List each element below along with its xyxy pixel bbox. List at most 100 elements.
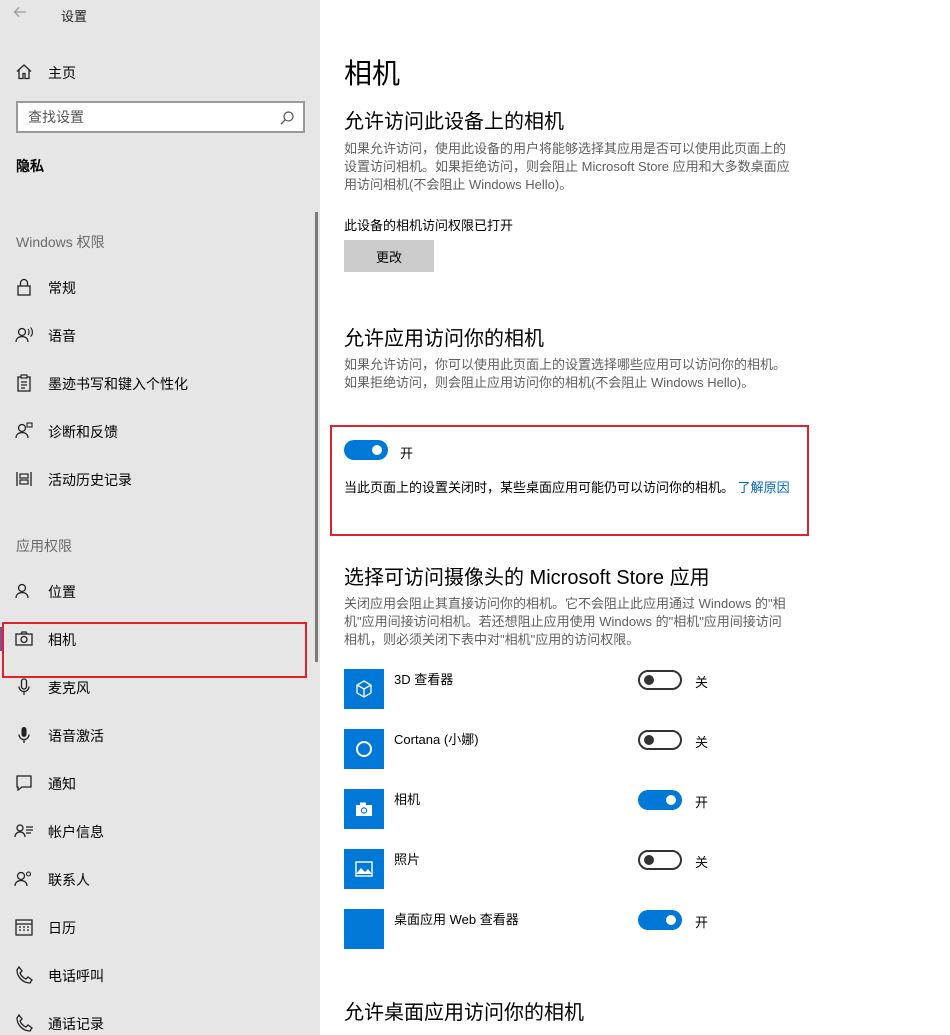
voice-activation-icon — [14, 725, 34, 745]
group-label-app-permissions: 应用权限 — [16, 538, 72, 554]
app-name: 桌面应用 Web 查看器 — [394, 912, 519, 927]
app-toggle-camera[interactable] — [638, 790, 682, 810]
sidebar-item-inking-typing[interactable]: 墨迹书写和键入个性化 — [0, 363, 320, 403]
sidebar-item-voice-activation[interactable]: 语音激活 — [0, 715, 320, 755]
sidebar-item-label: 通话记录 — [48, 1016, 104, 1032]
lock-icon — [14, 277, 34, 297]
toggle-knob — [372, 445, 382, 455]
sidebar-item-contacts[interactable]: 联系人 — [0, 859, 320, 899]
contacts-icon — [14, 869, 34, 889]
device-access-status: 此设备的相机访问权限已打开 — [344, 218, 514, 233]
search-input[interactable] — [28, 108, 268, 126]
app-name: 3D 查看器 — [394, 672, 454, 687]
sidebar-item-label: 墨迹书写和键入个性化 — [48, 376, 188, 392]
app-row-desktop-web-viewer: 桌面应用 Web 查看器 开 — [344, 909, 764, 949]
clipboard-icon — [14, 373, 34, 393]
app-toggle-cortana[interactable] — [638, 730, 682, 750]
toggle-knob — [644, 675, 654, 685]
app-toggle-state: 开 — [695, 795, 709, 810]
sidebar-item-general[interactable]: 常规 — [0, 267, 320, 307]
sidebar-item-label: 语音 — [48, 328, 76, 344]
app-access-description: 如果允许访问，你可以使用此页面上的设置选择哪些应用可以访问你的相机。如果拒绝访问… — [344, 357, 787, 390]
blank-tile-icon — [344, 909, 384, 949]
store-apps-heading: 选择可访问摄像头的 Microsoft Store 应用 — [344, 567, 710, 589]
app-row-3d-viewer: 3D 查看器 关 — [344, 669, 764, 709]
app-toggle-state: 关 — [695, 735, 709, 750]
note-text: 当此页面上的设置关闭时，某些桌面应用可能仍可以访问你的相机。 — [344, 480, 735, 495]
window-title: 设置 — [61, 9, 88, 24]
app-access-note: 当此页面上的设置关闭时，某些桌面应用可能仍可以访问你的相机。 了解原因 — [344, 479, 794, 497]
app-access-heading: 允许应用访问你的相机 — [344, 328, 544, 350]
sidebar-item-label: 日历 — [48, 920, 76, 936]
sidebar-item-label: 活动历史记录 — [48, 472, 132, 488]
app-access-toggle-state: 开 — [400, 446, 414, 461]
sidebar-scrollbar[interactable] — [315, 212, 318, 662]
calendar-icon — [14, 917, 34, 937]
app-row-camera: 相机 开 — [344, 789, 764, 829]
call-history-icon — [14, 1013, 34, 1033]
sidebar-item-label: 诊断和反馈 — [48, 424, 118, 440]
section-title: 隐私 — [16, 158, 44, 174]
sidebar-item-activity-history[interactable]: 活动历史记录 — [0, 459, 320, 499]
speech-icon — [14, 325, 34, 345]
app-name: 相机 — [394, 792, 421, 807]
phone-icon — [14, 965, 34, 985]
sidebar-item-phone-calls[interactable]: 电话呼叫 — [0, 955, 320, 995]
app-toggle-desktop-web-viewer[interactable] — [638, 910, 682, 930]
sidebar-item-label: 联系人 — [48, 872, 90, 888]
group-label-windows-permissions: Windows 权限 — [16, 234, 105, 250]
sidebar-item-speech[interactable]: 语音 — [0, 315, 320, 355]
search-icon[interactable] — [279, 110, 295, 126]
app-toggle-3d-viewer[interactable] — [638, 670, 682, 690]
sidebar-item-location[interactable]: 位置 — [0, 571, 320, 611]
sidebar-item-notifications[interactable]: 通知 — [0, 763, 320, 803]
app-toggle-state: 关 — [695, 855, 709, 870]
cortana-ring-icon — [344, 729, 384, 769]
sidebar-item-account-info[interactable]: 帐户信息 — [0, 811, 320, 851]
sidebar-item-label: 语音激活 — [48, 728, 104, 744]
desktop-apps-heading: 允许桌面应用访问你的相机 — [344, 1002, 584, 1024]
sidebar-item-home[interactable]: 主页 — [0, 58, 320, 98]
notification-icon — [14, 773, 34, 793]
person-feedback-icon — [14, 421, 34, 441]
microphone-icon — [14, 677, 34, 697]
sidebar-item-call-history[interactable]: 通话记录 — [0, 1003, 320, 1035]
app-name: 照片 — [394, 852, 421, 867]
sidebar-item-label: 帐户信息 — [48, 824, 104, 840]
sidebar-item-label: 麦克风 — [48, 680, 90, 696]
page-title: 相机 — [344, 58, 401, 89]
camera-app-icon — [344, 789, 384, 829]
device-access-description: 如果允许访问，使用此设备的用户将能够选择其应用是否可以使用此页面上的设置访问相机… — [344, 141, 790, 192]
app-toggle-state: 开 — [695, 915, 709, 930]
sidebar: 设置 主页 隐私 Windows 权限 常规 语音 墨迹书写和键入个性化 — [0, 0, 320, 1035]
app-name: Cortana (小娜) — [394, 732, 479, 747]
app-toggle-photos[interactable] — [638, 850, 682, 870]
account-info-icon — [14, 821, 34, 841]
cube-icon — [344, 669, 384, 709]
sidebar-item-calendar[interactable]: 日历 — [0, 907, 320, 947]
toggle-knob — [644, 855, 654, 865]
device-access-heading: 允许访问此设备上的相机 — [344, 111, 564, 133]
back-arrow-icon[interactable] — [12, 4, 36, 24]
learn-why-link[interactable]: 了解原因 — [738, 480, 790, 495]
toggle-knob — [666, 915, 676, 925]
home-icon — [14, 62, 34, 82]
person-location-icon — [14, 581, 34, 601]
app-toggle-state: 关 — [695, 675, 709, 690]
sidebar-item-label: 主页 — [48, 65, 76, 81]
sidebar-item-label: 常规 — [48, 280, 76, 296]
app-row-photos: 照片 关 — [344, 849, 764, 889]
search-box[interactable] — [16, 101, 305, 133]
app-access-toggle[interactable] — [344, 440, 388, 460]
store-apps-description: 关闭应用会阻止其直接访问你的相机。它不会阻止此应用通过 Windows 的"相机… — [344, 596, 786, 647]
photos-icon — [344, 849, 384, 889]
change-button[interactable]: 更改 — [344, 240, 434, 272]
highlight-box-camera — [2, 622, 307, 678]
sidebar-item-label: 通知 — [48, 776, 76, 792]
toggle-knob — [666, 795, 676, 805]
toggle-knob — [644, 735, 654, 745]
timeline-icon — [14, 469, 34, 489]
main-content: 相机 允许访问此设备上的相机 如果允许访问，使用此设备的用户将能够选择其应用是否… — [320, 0, 950, 1035]
app-row-cortana: Cortana (小娜) 关 — [344, 729, 764, 769]
sidebar-item-diagnostics[interactable]: 诊断和反馈 — [0, 411, 320, 451]
